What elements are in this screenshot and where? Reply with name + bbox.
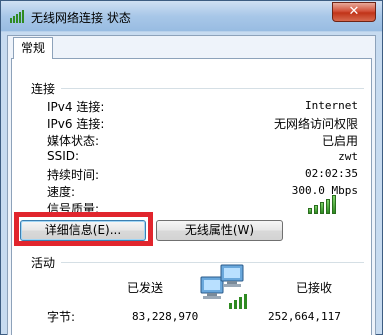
wireless-network-icon xyxy=(10,10,24,23)
close-icon: ✕ xyxy=(348,4,360,19)
connection-group-label: 连接 xyxy=(31,80,60,97)
media-state-value: 已启用 xyxy=(321,134,358,148)
window-title: 无线网络连接 状态 xyxy=(31,11,131,25)
signal-strength-icon xyxy=(308,194,338,214)
speed-value: 300.0 Mbps xyxy=(291,184,358,197)
bytes-received-value: 252,664,117 xyxy=(268,310,341,323)
group-divider xyxy=(61,88,364,89)
ipv4-value: Internet xyxy=(305,99,358,112)
bytes-sent-value: 83,228,970 xyxy=(132,310,199,323)
tab-general[interactable]: 常规 xyxy=(13,37,53,59)
status-window: 无线网络连接 状态 ✕ 常规 连接 IPv4 连接: Internet IPv6… xyxy=(0,0,383,335)
ipv6-value: 无网络访问权限 xyxy=(273,117,358,131)
duration-value: 02:02:35 xyxy=(305,167,358,180)
title-bar[interactable]: 无线网络连接 状态 ✕ xyxy=(1,1,382,31)
activity-group-label: 活动 xyxy=(31,254,60,271)
ssid-value: zwt xyxy=(338,150,358,163)
received-header: 已接收 xyxy=(296,281,333,295)
close-button[interactable]: ✕ xyxy=(332,2,376,22)
bytes-label: 字节: xyxy=(47,310,76,324)
sent-header: 已发送 xyxy=(127,281,164,295)
network-computers-icon xyxy=(200,264,247,309)
wireless-properties-button[interactable]: 无线属性(W) xyxy=(156,220,283,241)
highlight-box xyxy=(14,212,153,246)
